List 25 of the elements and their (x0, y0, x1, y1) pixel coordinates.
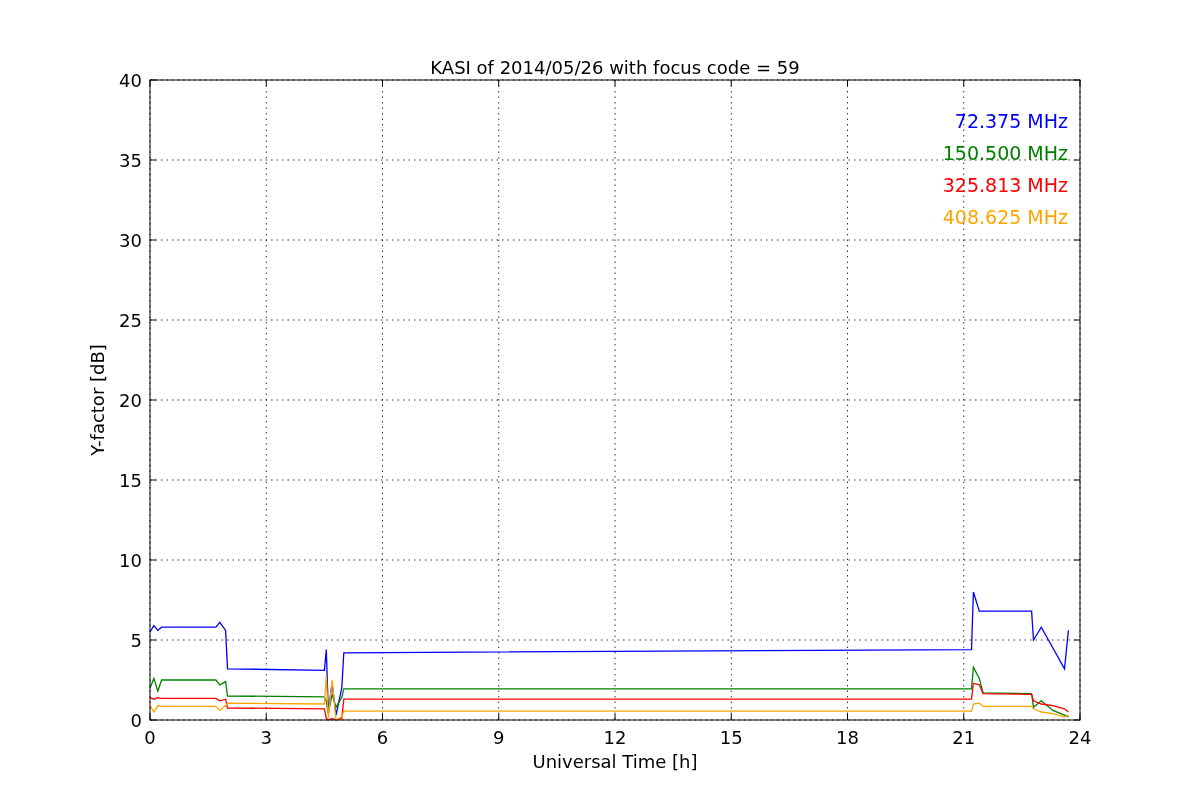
x-tick-label: 9 (493, 727, 505, 748)
legend-label: 72.375 MHz (954, 110, 1068, 132)
y-tick-label: 40 (119, 70, 142, 91)
x-tick-label: 12 (603, 727, 627, 748)
x-axis-label: Universal Time [h] (532, 751, 698, 772)
x-tick-label: 15 (719, 727, 743, 748)
y-tick-label: 35 (119, 150, 142, 171)
legend-label: 408.625 MHz (942, 206, 1068, 228)
x-tick-label: 6 (376, 727, 389, 748)
y-tick-label: 20 (119, 390, 142, 411)
y-tick-label: 10 (119, 550, 142, 571)
x-tick-label: 21 (952, 727, 976, 748)
y-tick-label: 15 (119, 470, 142, 491)
y-tick-label: 25 (119, 310, 142, 331)
x-tick-label: 0 (144, 727, 156, 748)
x-tick-label: 24 (1068, 727, 1092, 748)
y-axis-label: Y-factor [dB] (87, 344, 108, 456)
y-tick-label: 5 (130, 630, 142, 651)
y-tick-label: 0 (130, 710, 142, 731)
legend-label: 325.813 MHz (942, 174, 1068, 196)
x-tick-label: 18 (836, 727, 859, 748)
chart-title: KASI of 2014/05/26 with focus code = 59 (430, 57, 800, 78)
x-tick-label: 3 (260, 727, 272, 748)
legend-label: 150.500 MHz (942, 142, 1068, 164)
y-tick-label: 30 (119, 230, 142, 251)
